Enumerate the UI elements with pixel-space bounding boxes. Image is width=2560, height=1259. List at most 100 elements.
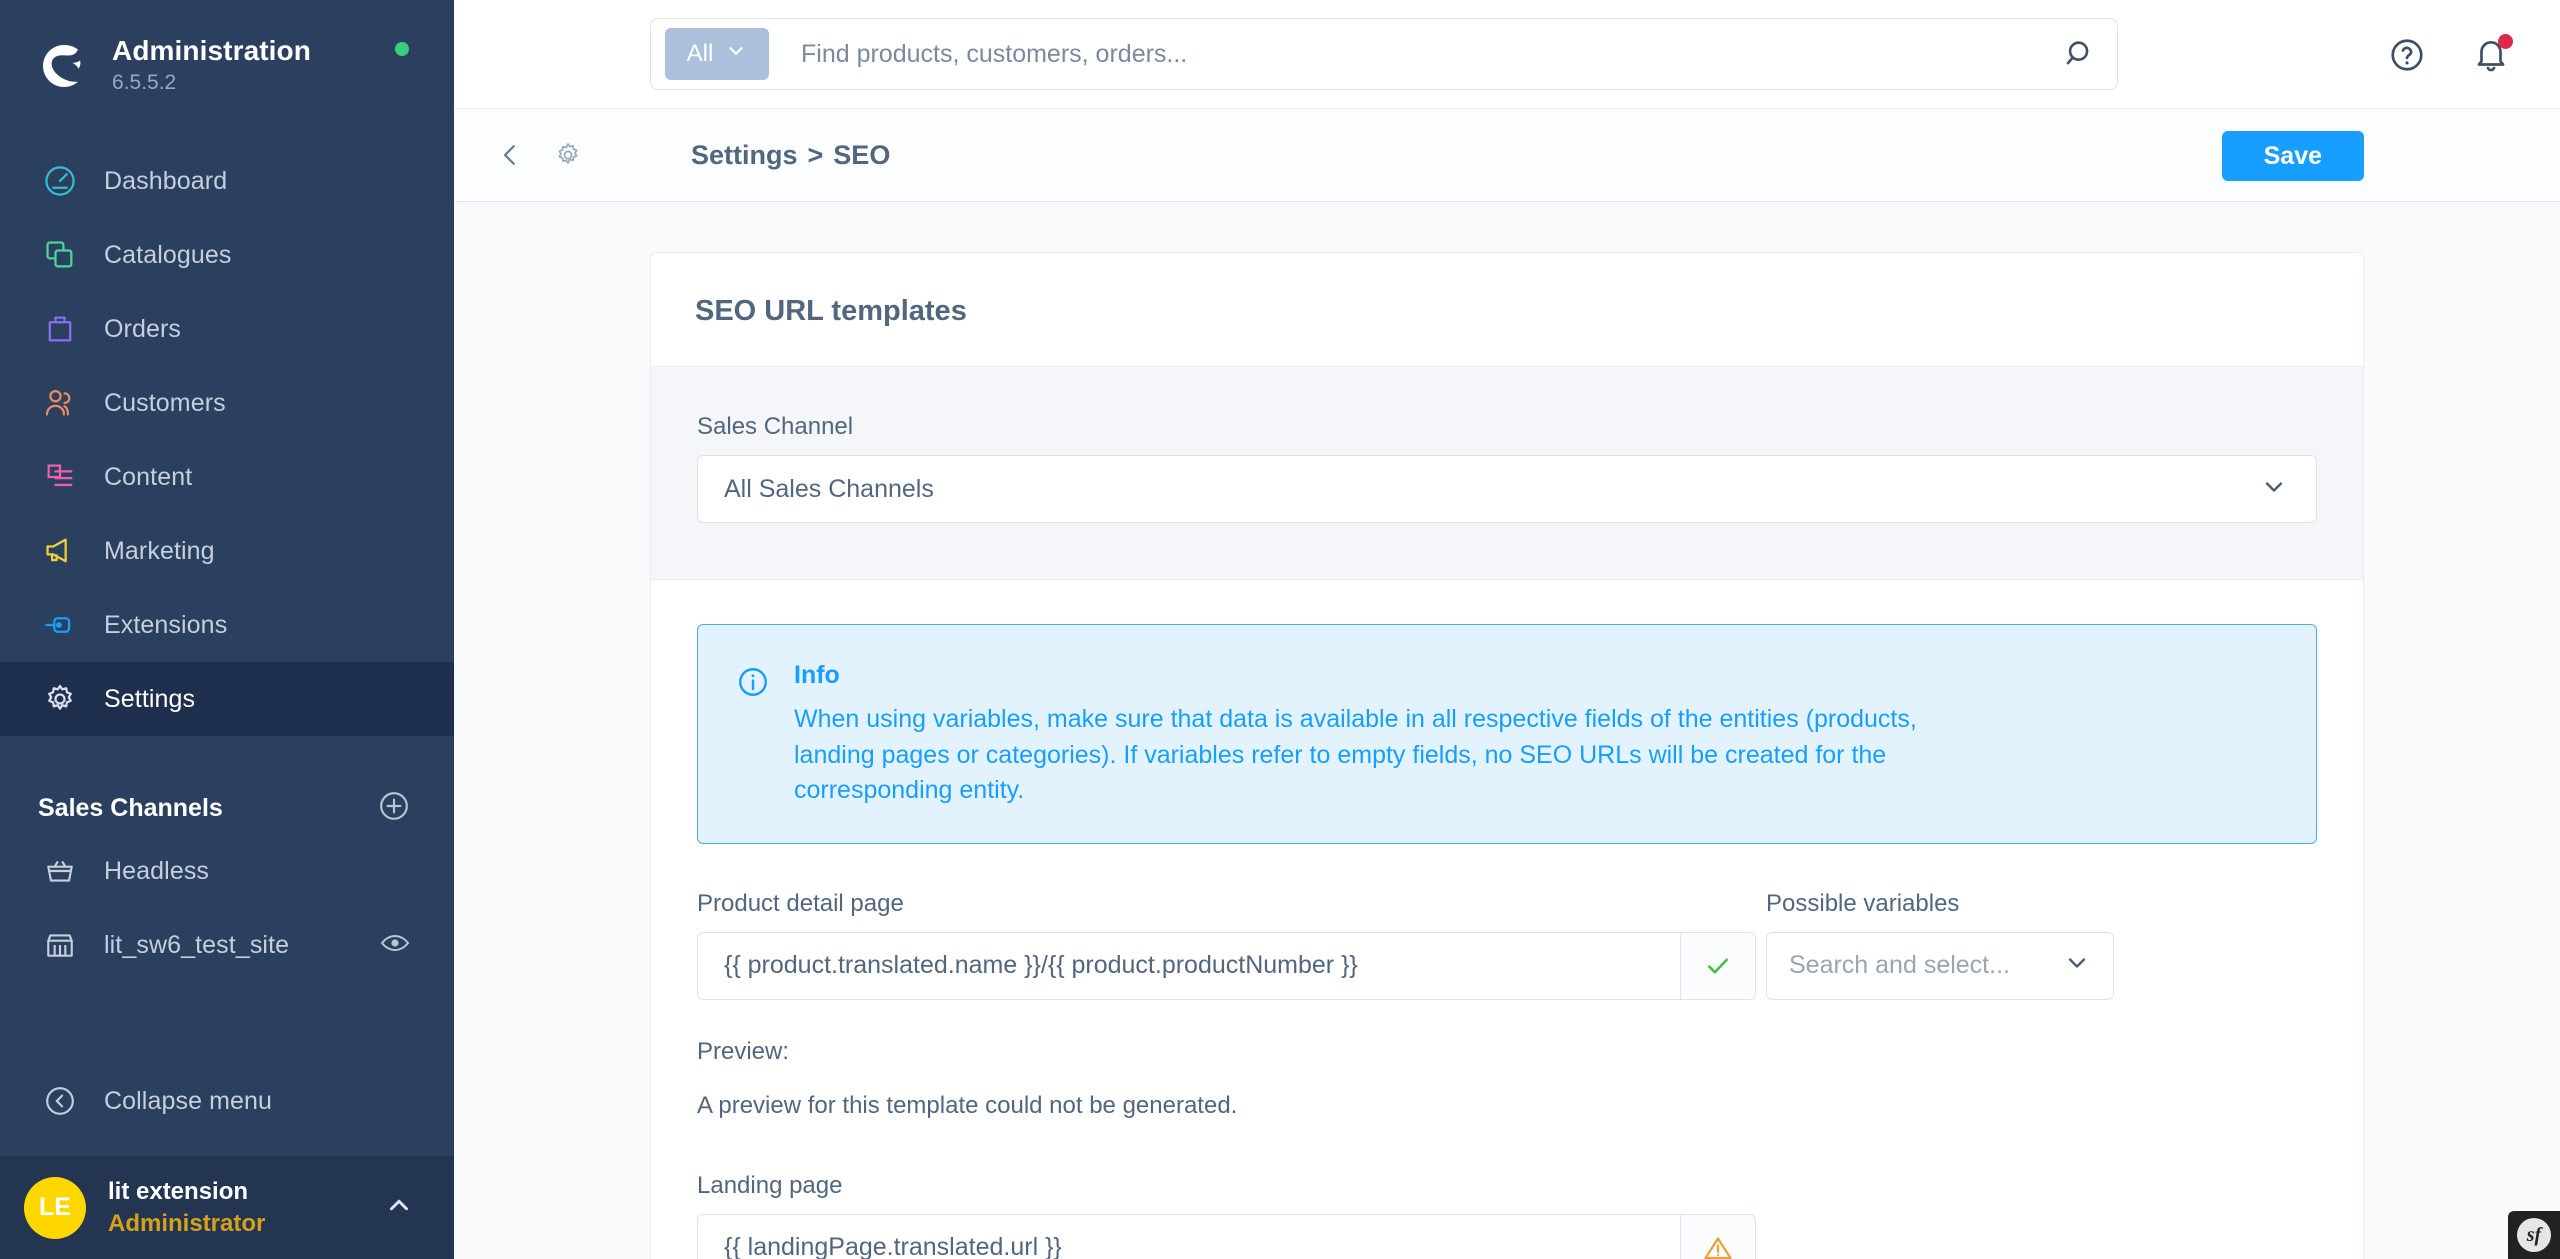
product-detail-page-row: Product detail page Possible variables xyxy=(697,890,2317,1000)
possible-variables-label: Possible variables xyxy=(1766,889,1960,917)
sidebar-item-label: Extensions xyxy=(104,610,228,639)
brand-block[interactable]: Administration 6.5.5.2 xyxy=(0,0,454,104)
gear-icon xyxy=(38,677,82,721)
global-search[interactable]: All xyxy=(650,18,2118,90)
product-detail-page-field: Product detail page xyxy=(697,890,1756,1000)
sidebar-item-extensions[interactable]: Extensions xyxy=(0,588,454,662)
notification-badge xyxy=(2498,33,2513,49)
possible-variables-placeholder: Search and select... xyxy=(1789,951,2010,979)
top-bar: All xyxy=(454,0,2560,109)
sidebar-item-label: Headless xyxy=(104,856,210,885)
breadcrumb-current: SEO xyxy=(833,139,891,170)
collapse-menu-button[interactable]: Collapse menu xyxy=(0,1064,454,1138)
sidebar-item-catalogues[interactable]: Catalogues xyxy=(0,218,454,292)
connection-status-dot xyxy=(395,42,409,56)
dashboard-icon xyxy=(38,159,82,203)
sidebar-item-label: Catalogues xyxy=(104,240,232,269)
catalogues-icon xyxy=(38,233,82,277)
orders-icon xyxy=(38,307,82,351)
sidebar-item-marketing[interactable]: Marketing xyxy=(0,514,454,588)
sidebar-item-label: Customers xyxy=(104,388,226,417)
breadcrumb-parent[interactable]: Settings xyxy=(691,140,798,171)
avatar: LE xyxy=(24,1176,86,1239)
user-menu[interactable]: LE lit extension Administrator xyxy=(0,1156,454,1259)
app-root: Administration 6.5.5.2 Dashboard Catalog… xyxy=(0,0,2560,1259)
product-detail-page-input[interactable] xyxy=(697,931,1680,1000)
check-icon xyxy=(1680,931,1756,1000)
main-area: All Find products, customers, orders... … xyxy=(454,0,2560,1259)
sidebar-item-settings[interactable]: Settings xyxy=(0,662,454,736)
sidebar-item-headless[interactable]: Headless xyxy=(0,834,454,908)
sales-channel-label: Sales Channel xyxy=(697,413,854,440)
symfony-profiler-toolbar[interactable]: sf xyxy=(2508,1211,2560,1259)
sidebar-item-label: Marketing xyxy=(104,536,215,565)
chevron-down-icon xyxy=(725,40,747,69)
card-header: SEO URL templates xyxy=(651,253,2363,367)
alert-text: When using variables, make sure that dat… xyxy=(794,705,1917,804)
brand-version: 6.5.5.2 xyxy=(112,70,177,94)
basket-icon xyxy=(38,849,82,893)
user-name: lit extension xyxy=(108,1178,249,1206)
sales-channel-section: Sales Channel All Sales Channels xyxy=(651,367,2363,580)
chevron-down-icon xyxy=(2260,473,2288,506)
chevron-left-circle-icon xyxy=(38,1079,82,1123)
sidebar-item-label: lit_sw6_test_site xyxy=(104,930,290,959)
bell-icon[interactable] xyxy=(2466,30,2516,80)
landing-page-row: Landing page xyxy=(697,1172,2317,1259)
product-detail-page-label: Product detail page xyxy=(697,889,904,917)
extensions-icon xyxy=(38,603,82,647)
search-icon[interactable] xyxy=(2053,27,2107,81)
info-alert: Info When using variables, make sure tha… xyxy=(697,624,2317,844)
page-title: SEO URL templates xyxy=(695,295,967,327)
eye-preview-icon[interactable] xyxy=(380,928,410,963)
info-circle-icon xyxy=(736,665,770,809)
sales-channel-select[interactable]: All Sales Channels xyxy=(697,455,2317,523)
plus-circle-icon[interactable] xyxy=(378,790,410,827)
customers-icon xyxy=(38,381,82,425)
sidebar-item-lit-sw6-test-site[interactable]: lit_sw6_test_site xyxy=(0,908,454,982)
sidebar: Administration 6.5.5.2 Dashboard Catalog… xyxy=(0,0,454,1259)
sidebar-item-label: Content xyxy=(104,462,193,491)
search-input[interactable] xyxy=(769,39,2053,69)
landing-page-input[interactable] xyxy=(697,1213,1680,1259)
sidebar-item-dashboard[interactable]: Dashboard xyxy=(0,144,454,218)
landing-page-label: Landing page xyxy=(697,1171,843,1199)
preview-text: A preview for this template could not be… xyxy=(697,1091,1238,1119)
chevron-down-icon xyxy=(2063,949,2091,982)
gear-icon[interactable] xyxy=(546,133,590,177)
help-circle-icon[interactable] xyxy=(2382,30,2432,80)
search-scope-label: All xyxy=(686,40,714,67)
sales-channels-title: Sales Channels xyxy=(38,793,223,822)
sidebar-item-label: Settings xyxy=(104,684,196,713)
brand-title: Administration xyxy=(112,34,311,66)
chevron-left-icon[interactable] xyxy=(488,133,532,177)
sidebar-item-customers[interactable]: Customers xyxy=(0,366,454,440)
possible-variables-select[interactable]: Search and select... xyxy=(1766,931,2114,1000)
user-role: Administrator xyxy=(108,1209,266,1237)
alert-title: Info xyxy=(794,661,840,689)
main-navigation: Dashboard Catalogues Orders Customers Co… xyxy=(0,144,454,736)
collapse-menu-label: Collapse menu xyxy=(104,1086,273,1115)
top-bar-actions xyxy=(2382,0,2516,109)
sales-channels-header: Sales Channels xyxy=(0,782,454,834)
smart-bar: Settings > SEO Save xyxy=(454,109,2560,202)
breadcrumb: Settings > SEO xyxy=(691,140,890,171)
marketing-icon xyxy=(38,529,82,573)
warning-triangle-icon xyxy=(1680,1213,1756,1259)
search-scope-dropdown[interactable]: All xyxy=(665,28,769,80)
sales-channel-value: All Sales Channels xyxy=(724,474,934,503)
content-scroll-area: SEO URL templates Sales Channel All Sale… xyxy=(454,202,2560,1259)
content-icon xyxy=(38,455,82,499)
possible-variables-field: Possible variables Search and select... xyxy=(1766,890,2114,1000)
seo-url-templates-card: SEO URL templates Sales Channel All Sale… xyxy=(650,252,2364,1259)
sidebar-item-orders[interactable]: Orders xyxy=(0,292,454,366)
preview-label: Preview: xyxy=(697,1037,790,1065)
save-button[interactable]: Save xyxy=(2221,131,2364,181)
sidebar-item-label: Dashboard xyxy=(104,166,228,195)
sidebar-item-label: Orders xyxy=(104,314,182,343)
templates-section: Info When using variables, make sure tha… xyxy=(651,580,2363,1259)
shopware-logo-icon xyxy=(38,40,90,92)
symfony-logo-icon: sf xyxy=(2517,1218,2551,1252)
chevron-up-icon[interactable] xyxy=(384,1190,414,1225)
sidebar-item-content[interactable]: Content xyxy=(0,440,454,514)
